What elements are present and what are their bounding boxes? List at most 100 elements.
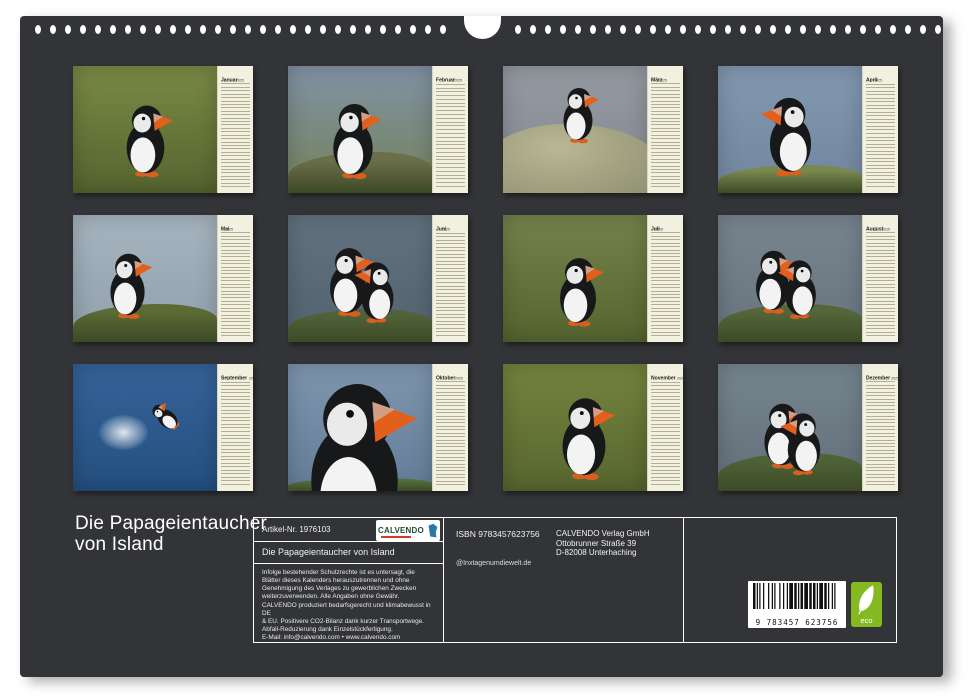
puffin-illustration	[98, 249, 157, 321]
legal-line: Infolge bestehender Schutzrechte ist es …	[262, 569, 437, 577]
punch-hole	[185, 25, 191, 34]
publisher-street: Ottobrunner Straße 39	[556, 539, 650, 549]
punch-hole	[200, 25, 206, 34]
puffin-illustration	[755, 92, 826, 179]
day-line: Fr 28	[436, 183, 465, 187]
puffin-illustration	[547, 253, 609, 329]
calendar-strip: Juli2025 Di 1Mi 2Do 3Fr 4Sa 5So 6Mo 7Di …	[647, 215, 683, 342]
month-header: September2025	[218, 364, 253, 380]
day-lines: Fr 1Sa 2So 3Mo 4Di 5Mi 6Do 7Fr 8Sa 9So 1…	[866, 230, 895, 336]
month-header: November2025	[648, 364, 683, 380]
month-photo	[73, 215, 217, 342]
punch-hole	[710, 25, 716, 34]
calendar-strip: April2025 Di 1Mi 2Do 3Fr 4Sa 5So 6Mo 7Di…	[862, 66, 898, 193]
isbn: ISBN 9783457623756	[456, 529, 540, 539]
calendar-back-sheet: Januar2025 Mi 1Do 2Fr 3Sa 4So 5Mo 6Di 7M…	[20, 16, 943, 677]
month-header: Oktober2025	[433, 364, 468, 380]
punch-hole	[620, 25, 626, 34]
calendar-strip: August2025 Fr 1Sa 2So 3Mo 4Di 5Mi 6Do 7F…	[862, 215, 898, 342]
punch-hole	[410, 25, 416, 34]
day-line: Fr 31	[221, 184, 250, 187]
legal-line: Genehmigung des Verlages zu gewerblichen…	[262, 585, 437, 593]
barcode-digits: 9 783457 623756	[748, 618, 846, 627]
punch-hole	[320, 25, 326, 34]
punch-hole	[890, 25, 896, 34]
punch-hole	[215, 25, 221, 34]
month-thumbnail-dezember: Dezember2025 Mo 1Di 2Mi 3Do 4Fr 5Sa 6So …	[718, 364, 898, 491]
punch-hole	[875, 25, 881, 34]
calendar-title: Die Papageientaucher von Island	[75, 513, 267, 555]
punch-hole	[605, 25, 611, 34]
puffin-illustration	[553, 84, 603, 145]
day-line: Mi 31	[866, 482, 895, 485]
leaf-icon	[851, 582, 882, 616]
publisher-name: CALVENDO Verlag GmbH	[556, 529, 650, 539]
article-number: Artikel-Nr. 1976103	[254, 525, 330, 534]
punch-hole	[380, 25, 386, 34]
calendar-strip: Januar2025 Mi 1Do 2Fr 3Sa 4So 5Mo 6Di 7M…	[217, 66, 253, 193]
punch-hole	[65, 25, 71, 34]
punch-hole	[365, 25, 371, 34]
legal-line: E-Mail: info@calvendo.com • www.calvendo…	[262, 634, 437, 642]
day-lines: Mi 1Do 2Fr 3Sa 4So 5Mo 6Di 7Mi 8Do 9Fr 1…	[436, 379, 465, 485]
month-photo	[718, 364, 862, 491]
product-title-box: Die Papageientaucher von Island	[254, 542, 443, 565]
month-thumbnail-märz: März2025 Sa 1So 2Mo 3Di 4Mi 5Do 6Fr 7Sa …	[503, 66, 683, 193]
barcode-bars	[748, 581, 846, 617]
day-lines: Do 1Fr 2Sa 3So 4Mo 5Di 6Mi 7Do 8Fr 9Sa 1…	[221, 230, 250, 336]
punch-hole	[755, 25, 761, 34]
month-header: April2025	[863, 66, 898, 82]
legal-line: Blätter dieses Kalenders herauszutrennen…	[262, 577, 437, 585]
legal-line: Abfall-Reduzierung dank Einzelstückferti…	[262, 626, 437, 634]
day-lines: Di 1Mi 2Do 3Fr 4Sa 5So 6Mo 7Di 8Mi 9Do 1…	[651, 230, 680, 336]
legal-line: & EU. Positivere CO2-Bilanz dank kurzer …	[262, 618, 437, 626]
punch-hole	[290, 25, 296, 34]
month-photo	[73, 364, 217, 491]
punch-hole	[650, 25, 656, 34]
calendar-strip: Mai2025 Do 1Fr 2Sa 3So 4Mo 5Di 6Mi 7Do 8…	[217, 215, 253, 342]
month-photo	[503, 215, 647, 342]
month-thumbnail-juli: Juli2025 Di 1Mi 2Do 3Fr 4Sa 5So 6Mo 7Di …	[503, 215, 683, 342]
month-thumbnail-april: April2025 Di 1Mi 2Do 3Fr 4Sa 5So 6Mo 7Di…	[718, 66, 898, 193]
day-line: Mo 31	[651, 184, 680, 187]
month-photo	[288, 215, 432, 342]
barcode-cell: 9 783457 623756 eco	[684, 518, 896, 642]
month-photo	[503, 66, 647, 193]
month-header: Juni2025	[433, 215, 468, 231]
punch-hole	[110, 25, 116, 34]
punch-hole	[725, 25, 731, 34]
punch-hole	[740, 25, 746, 34]
water-splash	[99, 415, 148, 451]
month-photo	[503, 364, 647, 491]
punch-hole	[680, 25, 686, 34]
day-line: Fr 31	[436, 482, 465, 485]
punch-hole	[305, 25, 311, 34]
punch-hole	[440, 25, 446, 34]
day-lines: Mo 1Di 2Mi 3Do 4Fr 5Sa 6So 7Mo 8Di 9Mi 1…	[221, 379, 250, 485]
puffin-illustration	[547, 392, 621, 483]
calendar-strip: November2025 Sa 1So 2Mo 3Di 4Mi 5Do 6Fr …	[647, 364, 683, 491]
title-line1: Die Papageientaucher	[75, 513, 267, 534]
punch-hole	[695, 25, 701, 34]
punch-hole	[140, 25, 146, 34]
month-thumbnail-august: August2025 Fr 1Sa 2So 3Mo 4Di 5Mi 6Do 7F…	[718, 215, 898, 342]
punch-hole	[425, 25, 431, 34]
punch-hole	[860, 25, 866, 34]
day-line: Sa 31	[221, 333, 250, 336]
day-lines: Sa 1So 2Mo 3Di 4Mi 5Do 6Fr 7Sa 8So 9Mo 1…	[651, 379, 680, 485]
punch-hole	[335, 25, 341, 34]
calvendo-logo-text: CALVENDO	[378, 526, 424, 535]
month-photo	[73, 66, 217, 193]
calvendo-logo-map-icon	[427, 523, 438, 539]
day-lines: Sa 1So 2Mo 3Di 4Mi 5Do 6Fr 7Sa 8So 9Mo 1…	[651, 81, 680, 187]
eco-label: eco	[851, 616, 882, 625]
month-thumbnail-september: September2025 Mo 1Di 2Mi 3Do 4Fr 5Sa 6So…	[73, 364, 253, 491]
day-lines: Di 1Mi 2Do 3Fr 4Sa 5So 6Mo 7Di 8Mi 9Do 1…	[866, 81, 895, 187]
puffin-illustration	[319, 98, 387, 182]
article-row: Artikel-Nr. 1976103 CALVENDO	[254, 518, 443, 542]
month-header: Dezember2025	[863, 364, 898, 380]
month-thumbnail-oktober: Oktober2025 Mi 1Do 2Fr 3Sa 4So 5Mo 6Di 7…	[288, 364, 468, 491]
month-photo	[288, 364, 432, 491]
month-thumbnail-februar: Februar2025 Sa 1So 2Mo 3Di 4Mi 5Do 6Fr 7…	[288, 66, 468, 193]
day-lines: Sa 1So 2Mo 3Di 4Mi 5Do 6Fr 7Sa 8So 9Mo 1…	[436, 81, 465, 187]
